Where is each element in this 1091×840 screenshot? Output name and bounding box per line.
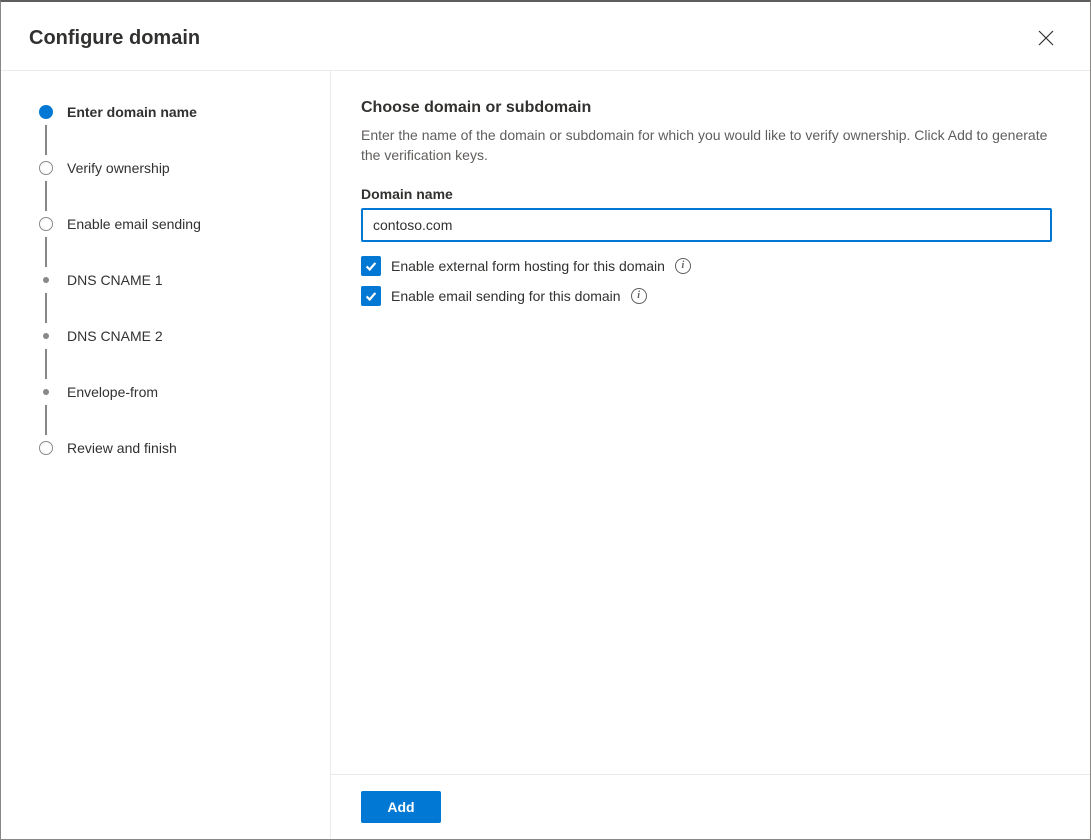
dialog-footer: Add <box>331 774 1090 839</box>
step-connector <box>45 405 47 435</box>
checkbox-row-email-sending: Enable email sending for this domain i <box>361 286 1052 306</box>
step-marker-dot-icon <box>43 333 49 339</box>
step-connector <box>45 125 47 155</box>
step-dns-cname-2[interactable]: DNS CNAME 2 <box>39 323 310 349</box>
step-connector <box>45 293 47 323</box>
dialog-header: Configure domain <box>1 2 1090 71</box>
info-icon[interactable]: i <box>675 258 691 274</box>
close-icon <box>1038 30 1054 46</box>
step-marker-dot-icon <box>43 277 49 283</box>
info-icon[interactable]: i <box>631 288 647 304</box>
step-label: Enter domain name <box>67 99 197 125</box>
checkbox-label: Enable external form hosting for this do… <box>391 258 665 274</box>
step-label: Enable email sending <box>67 211 201 237</box>
wizard-stepper: Enter domain name Verify ownership Enabl… <box>1 71 331 839</box>
step-label: Envelope-from <box>67 379 158 405</box>
step-enable-email-sending[interactable]: Enable email sending <box>39 211 310 237</box>
step-marker-ring-icon <box>39 217 53 231</box>
close-button[interactable] <box>1030 22 1062 54</box>
content: Choose domain or subdomain Enter the nam… <box>331 71 1090 774</box>
step-dns-cname-1[interactable]: DNS CNAME 1 <box>39 267 310 293</box>
step-connector <box>45 181 47 211</box>
checkbox-row-form-hosting: Enable external form hosting for this do… <box>361 256 1052 276</box>
dialog-title: Configure domain <box>29 27 200 50</box>
step-marker-dot-icon <box>43 389 49 395</box>
step-connector <box>45 237 47 267</box>
check-icon <box>364 289 378 303</box>
step-verify-ownership[interactable]: Verify ownership <box>39 155 310 181</box>
step-marker-ring-icon <box>39 441 53 455</box>
step-label: Review and finish <box>67 435 177 461</box>
step-marker-active-icon <box>39 105 53 119</box>
check-icon <box>364 259 378 273</box>
content-heading: Choose domain or subdomain <box>361 99 1052 117</box>
content-description: Enter the name of the domain or subdomai… <box>361 125 1052 166</box>
step-review-and-finish[interactable]: Review and finish <box>39 435 310 461</box>
step-enter-domain-name[interactable]: Enter domain name <box>39 99 310 125</box>
step-marker-ring-icon <box>39 161 53 175</box>
domain-name-input[interactable] <box>361 208 1052 242</box>
step-label: DNS CNAME 2 <box>67 323 163 349</box>
dialog-body: Enter domain name Verify ownership Enabl… <box>1 71 1090 839</box>
step-label: Verify ownership <box>67 155 170 181</box>
step-label: DNS CNAME 1 <box>67 267 163 293</box>
checkbox-label: Enable email sending for this domain <box>391 288 621 304</box>
checkbox-form-hosting[interactable] <box>361 256 381 276</box>
add-button[interactable]: Add <box>361 791 441 823</box>
configure-domain-dialog: Configure domain Enter domain name Verif… <box>1 2 1090 839</box>
checkbox-email-sending[interactable] <box>361 286 381 306</box>
step-connector <box>45 349 47 379</box>
domain-name-label: Domain name <box>361 186 1052 202</box>
step-envelope-from[interactable]: Envelope-from <box>39 379 310 405</box>
content-area: Choose domain or subdomain Enter the nam… <box>331 71 1090 839</box>
